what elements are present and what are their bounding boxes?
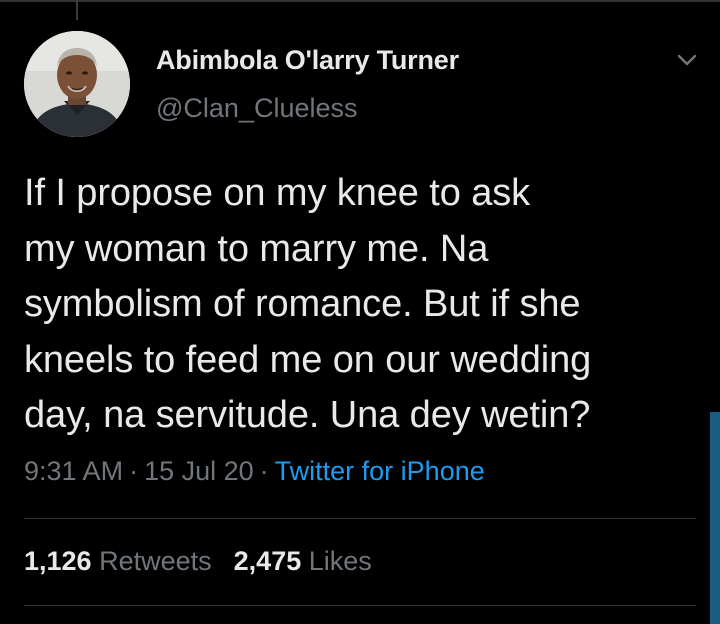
author-handle[interactable]: @Clan_Clueless <box>156 93 358 124</box>
meta-separator: · <box>259 456 269 486</box>
tweet-date[interactable]: 15 Jul 20 <box>144 456 254 486</box>
divider <box>24 605 696 606</box>
profile-photo <box>24 31 130 137</box>
thread-connector-line <box>76 0 78 20</box>
likes-label: Likes <box>308 546 372 576</box>
avatar[interactable] <box>24 31 130 137</box>
tweet-menu-button[interactable] <box>672 48 702 72</box>
retweets-stat[interactable]: 1,126 Retweets <box>24 546 212 576</box>
meta-separator: · <box>129 456 139 486</box>
author-display-name[interactable]: Abimbola O'larry Turner <box>156 45 459 76</box>
retweets-label: Retweets <box>99 546 212 576</box>
retweets-count: 1,126 <box>24 546 92 576</box>
scrollbar[interactable] <box>710 412 720 624</box>
likes-count: 2,475 <box>233 546 302 576</box>
tweet-text: If I propose on my knee to ask my woman … <box>24 172 592 436</box>
engagement-stats: 1,126 Retweets 2,475 Likes <box>24 546 394 577</box>
tweet-metadata: 9:31 AM · 15 Jul 20 · Twitter for iPhone <box>24 456 485 487</box>
tweet-time[interactable]: 9:31 AM <box>24 456 123 486</box>
likes-stat[interactable]: 2,475 Likes <box>234 546 372 576</box>
top-border <box>0 0 720 2</box>
chevron-down-icon <box>677 54 697 66</box>
divider <box>24 518 696 519</box>
tweet-source-link[interactable]: Twitter for iPhone <box>275 456 485 486</box>
